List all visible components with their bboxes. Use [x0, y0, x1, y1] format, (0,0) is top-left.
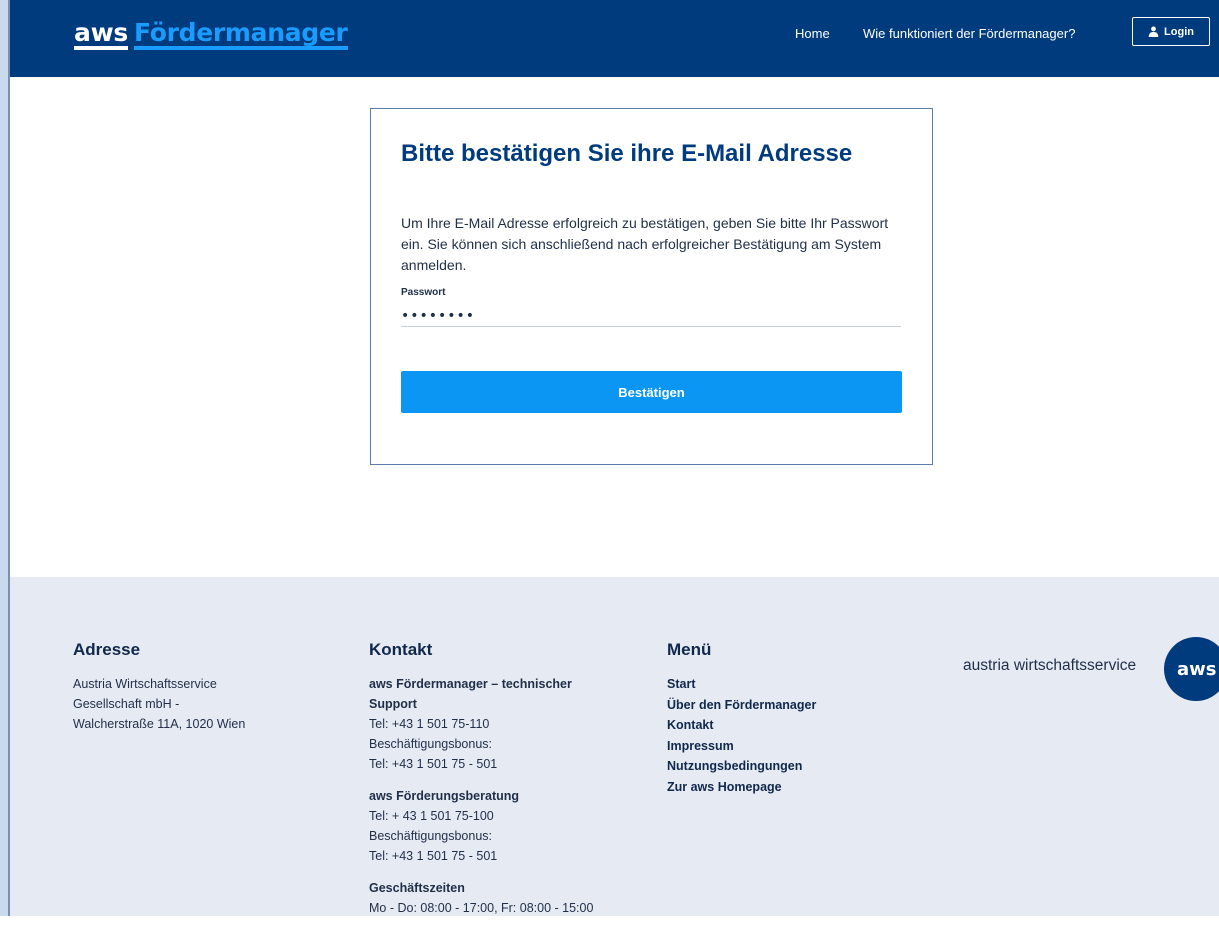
contact-block-title: aws Fördermanager – technischer Support	[369, 677, 572, 711]
contact-line: Beschäftigungsbonus:	[369, 737, 493, 751]
password-input[interactable]	[401, 305, 901, 327]
footer-menu: Menü Start Über den Fördermanager Kontak…	[667, 640, 907, 797]
footer-address: Adresse Austria Wirtschaftsservice Gesel…	[73, 640, 303, 734]
footer-address-heading: Adresse	[73, 640, 141, 659]
contact-line: Tel: +43 1 501 75 - 501	[369, 757, 498, 771]
address-line: Walcherstraße 11A, 1020 Wien	[73, 717, 246, 731]
footer-link-terms[interactable]: Nutzungsbedingungen	[667, 756, 907, 777]
nav-link-how-it-works[interactable]: Wie funktioniert der Fördermanager?	[863, 0, 1075, 66]
confirm-button[interactable]: Bestätigen	[401, 371, 902, 413]
footer-contact: Kontakt aws Fördermanager – technischer …	[369, 640, 619, 930]
footer-link-contact[interactable]: Kontakt	[667, 715, 907, 736]
contact-line: Tel: +43 1 501 75 - 501	[369, 849, 498, 863]
login-button-label: Login	[1164, 25, 1194, 38]
logo-product-text: Fördermanager	[133, 18, 348, 50]
footer-menu-list: Start Über den Fördermanager Kontakt Imp…	[667, 674, 907, 797]
password-label: Passwort	[401, 287, 446, 298]
contact-block-support: aws Fördermanager – technischer Support …	[369, 674, 619, 774]
contact-block-hours: Geschäftszeiten Mo - Do: 08:00 - 17:00, …	[369, 878, 619, 918]
footer-link-start[interactable]: Start	[667, 674, 907, 695]
confirmation-description: Um Ihre E-Mail Adresse erfolgreich zu be…	[401, 215, 889, 273]
email-confirmation-card: Bitte bestätigen Sie ihre E-Mail Adresse…	[370, 108, 933, 465]
footer-link-about[interactable]: Über den Fördermanager	[667, 695, 907, 716]
window-left-border	[0, 0, 8, 916]
footer-menu-heading: Menü	[667, 640, 712, 659]
site-header: aws Fördermanager Home Wie funktioniert d…	[10, 0, 1219, 77]
page-title: Bitte bestätigen Sie ihre E-Mail Adresse	[401, 140, 853, 167]
contact-line: Mo - Do: 08:00 - 17:00, Fr: 08:00 - 15:0…	[369, 901, 594, 915]
contact-line: Tel: + 43 1 501 75-100	[369, 809, 494, 823]
site-logo[interactable]: aws Fördermanager	[74, 18, 348, 50]
footer-link-aws-homepage[interactable]: Zur aws Homepage	[667, 777, 907, 798]
contact-line: Tel: +43 1 501 75-110	[369, 717, 490, 731]
aws-logo-badge[interactable]: aws	[1164, 637, 1219, 701]
contact-block-title: Geschäftszeiten	[369, 881, 465, 895]
user-icon	[1148, 26, 1159, 37]
address-line: Austria Wirtschaftsservice	[73, 677, 217, 691]
logo-aws-text: aws	[74, 18, 128, 50]
login-button[interactable]: Login	[1132, 17, 1210, 46]
contact-block-title: aws Förderungsberatung	[369, 789, 520, 803]
site-footer: Adresse Austria Wirtschaftsservice Gesel…	[10, 577, 1219, 916]
footer-link-imprint[interactable]: Impressum	[667, 736, 907, 757]
contact-block-consulting: aws Förderungsberatung Tel: + 43 1 501 7…	[369, 786, 619, 866]
contact-line: Beschäftigungsbonus:	[369, 829, 493, 843]
nav-link-home[interactable]: Home	[795, 0, 830, 66]
address-line: Gesellschaft mbH -	[73, 697, 180, 711]
footer-contact-heading: Kontakt	[369, 640, 433, 659]
aws-brand-text[interactable]: austria wirtschaftsservice	[963, 657, 1136, 675]
